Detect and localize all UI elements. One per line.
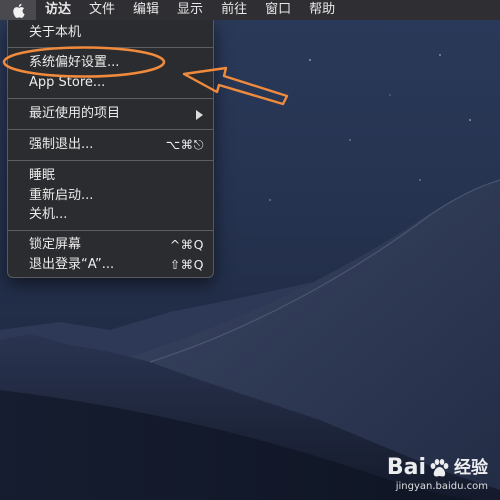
menu-item-sleep[interactable]: 睡眠 [8, 166, 213, 186]
menu-item-force-quit[interactable]: 强制退出... ⌥⌘⎋ [8, 135, 213, 155]
menu-finder[interactable]: 访达 [36, 0, 80, 20]
menu-item-lock-screen[interactable]: 锁定屏幕 ^⌘Q [8, 235, 213, 255]
apple-logo-icon [12, 3, 25, 18]
menu-item-label: 系统偏好设置... [29, 55, 120, 70]
menu-item-shut-down[interactable]: 关机... [8, 205, 213, 225]
menu-file[interactable]: 文件 [80, 0, 124, 20]
menu-item-label: 退出登录“A”... [29, 257, 115, 272]
menu-item-system-preferences[interactable]: 系统偏好设置... [8, 53, 213, 73]
menu-bar: 访达 文件 编辑 显示 前往 窗口 帮助 [0, 0, 500, 20]
menu-item-label: App Store... [29, 75, 106, 90]
menu-item-label: 重新启动... [29, 188, 94, 203]
paw-icon [430, 459, 449, 477]
menu-item-app-store[interactable]: App Store... [8, 73, 213, 93]
menu-separator [8, 47, 213, 48]
menu-item-label: 强制退出... [29, 137, 94, 152]
shortcut-label: ⇧⌘Q [169, 257, 204, 272]
menu-item-log-out[interactable]: 退出登录“A”... ⇧⌘Q [8, 255, 213, 275]
submenu-arrow-icon [196, 110, 203, 120]
menu-item-about-this-mac[interactable]: 关于本机 [8, 23, 213, 43]
menu-separator [8, 98, 213, 99]
menu-go[interactable]: 前往 [212, 0, 256, 20]
watermark-brand: Bai [386, 455, 426, 480]
menu-item-label: 最近使用的项目 [29, 106, 121, 121]
watermark-brand-suffix: 经验 [454, 458, 488, 478]
menu-separator [8, 160, 213, 161]
watermark-url: jingyan.baidu.com [395, 481, 488, 492]
menu-item-label: 睡眠 [29, 168, 56, 183]
shortcut-label: ⌥⌘⎋ [165, 137, 204, 152]
desktop: 访达 文件 编辑 显示 前往 窗口 帮助 关于本机 系统偏好设置... App … [0, 0, 500, 500]
menu-item-label: 关机... [29, 207, 68, 222]
menu-item-label: 锁定屏幕 [29, 237, 82, 252]
menu-item-label: 关于本机 [29, 25, 82, 40]
apple-menu-dropdown: 关于本机 系统偏好设置... App Store... 最近使用的项目 强制退出… [7, 20, 214, 278]
menu-item-restart[interactable]: 重新启动... [8, 186, 213, 206]
watermark-logo: Bai 经验 [387, 456, 488, 480]
menu-help[interactable]: 帮助 [300, 0, 344, 20]
apple-menu-button[interactable] [0, 0, 36, 20]
menu-view[interactable]: 显示 [168, 0, 212, 20]
shortcut-label: ^⌘Q [169, 237, 204, 252]
menu-window[interactable]: 窗口 [256, 0, 300, 20]
watermark: Bai 经验 jingyan.baidu.com [387, 456, 488, 493]
menu-item-recent-items[interactable]: 最近使用的项目 [8, 104, 213, 124]
menu-separator [8, 230, 213, 231]
menu-edit[interactable]: 编辑 [124, 0, 168, 20]
menu-separator [8, 129, 213, 130]
